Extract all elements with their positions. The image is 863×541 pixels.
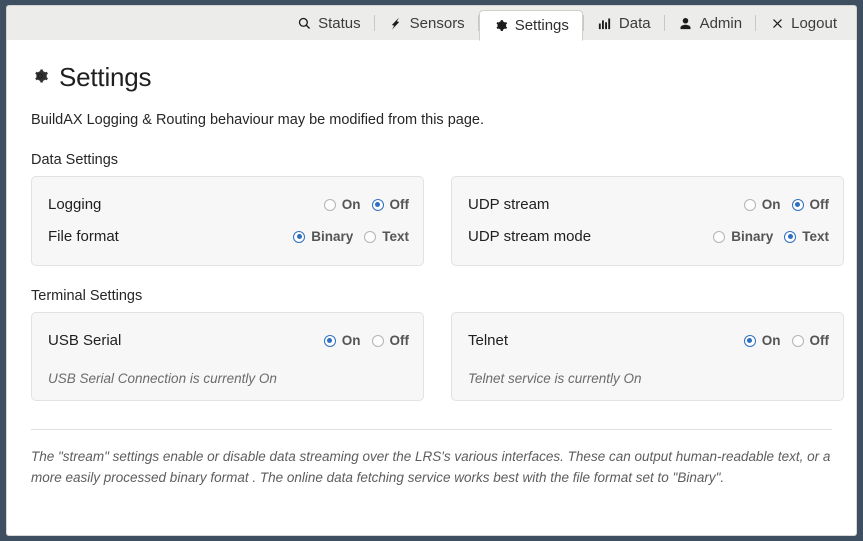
page-title: Settings — [31, 60, 832, 94]
radio-unselected-icon[interactable] — [371, 334, 384, 347]
settings-sections: Data Settings Logging On Off File format Bina… — [31, 151, 844, 401]
setting-row: File format Binary Text — [48, 221, 409, 253]
page-intro-text: BuildAX Logging & Routing behaviour may … — [31, 112, 484, 128]
settings-card-row: Logging On Off File format Binary Text UDP str… — [31, 175, 844, 266]
top-navigation-bar: Status Sensors Settings Data Admin Logout — [6, 5, 857, 41]
radio-option-on[interactable]: On — [323, 197, 361, 213]
radio-option-off[interactable]: Off — [371, 333, 410, 349]
nav-tab-settings[interactable]: Settings — [478, 10, 583, 41]
radio-selected-icon[interactable] — [323, 334, 336, 347]
setting-label: UDP stream — [468, 196, 550, 214]
radio-unselected-icon[interactable] — [364, 230, 377, 243]
radio-option-on[interactable]: On — [743, 197, 781, 213]
nav-tab-label: Admin — [699, 14, 743, 32]
radio-option-label: Off — [389, 333, 410, 349]
radio-option-text[interactable]: Text — [364, 229, 409, 244]
user-icon — [678, 15, 694, 31]
radio-option-label: On — [341, 333, 361, 349]
setting-label: Logging — [48, 196, 102, 214]
bar-chart-icon — [597, 15, 613, 31]
setting-label: File format — [48, 228, 119, 246]
nav-tab-sensors[interactable]: Sensors — [375, 6, 478, 40]
settings-card-row: USB Serial On Off USB Serial Connection is … — [31, 311, 844, 401]
radio-option-label: Text — [802, 229, 829, 245]
setting-status-note: USB Serial Connection is currently On — [48, 370, 277, 386]
nav-tab-label: Status — [318, 14, 361, 32]
nav-tab-label: Sensors — [409, 14, 465, 32]
nav-tab-admin[interactable]: Admin — [665, 6, 756, 40]
radio-group: On Off — [743, 197, 830, 213]
setting-row: Logging On Off — [48, 189, 409, 221]
footer-divider — [31, 428, 832, 430]
close-icon — [769, 15, 785, 31]
section-label: Data Settings — [31, 151, 119, 168]
setting-label: USB Serial — [48, 332, 122, 350]
radio-selected-icon[interactable] — [743, 334, 756, 347]
app-window: Status Sensors Settings Data Admin Logout Set… — [0, 0, 863, 541]
radio-option-label: On — [761, 333, 781, 349]
radio-option-off[interactable]: Off — [791, 197, 830, 213]
radio-selected-icon[interactable] — [293, 230, 306, 243]
nav-tab-status[interactable]: Status — [283, 6, 374, 40]
radio-unselected-icon[interactable] — [713, 230, 726, 243]
radio-group: Binary Text — [713, 229, 829, 244]
radio-option-label: Off — [809, 333, 830, 349]
settings-card: Telnet On Off Telnet service is currently O… — [451, 311, 844, 401]
footer-note: The "stream" settings enable or disable … — [31, 448, 831, 486]
bolt-icon — [388, 15, 404, 31]
nav-tab-label: Logout — [791, 14, 837, 32]
radio-option-off[interactable]: Off — [371, 197, 410, 213]
settings-card: Logging On Off File format Binary Text — [31, 175, 424, 266]
radio-option-off[interactable]: Off — [791, 333, 830, 349]
gear-icon — [493, 18, 509, 34]
radio-group: On Off — [323, 333, 410, 349]
radio-unselected-icon[interactable] — [743, 198, 756, 211]
setting-status-note: Telnet service is currently On — [468, 370, 642, 386]
radio-group: Binary Text — [293, 229, 409, 244]
radio-selected-icon[interactable] — [791, 198, 804, 211]
radio-selected-icon[interactable] — [371, 198, 384, 211]
radio-unselected-icon[interactable] — [791, 334, 804, 347]
radio-option-label: Off — [389, 197, 410, 213]
radio-option-label: On — [761, 197, 781, 213]
nav-tab-list: Status Sensors Settings Data Admin Logout — [283, 6, 850, 41]
radio-option-label: Binary — [311, 229, 354, 245]
radio-selected-icon[interactable] — [784, 230, 797, 243]
radio-option-text[interactable]: Text — [784, 229, 829, 244]
radio-unselected-icon[interactable] — [323, 198, 336, 211]
setting-row: USB Serial On Off — [48, 325, 409, 357]
setting-label: Telnet — [468, 332, 509, 350]
radio-option-on[interactable]: On — [323, 333, 361, 349]
nav-tab-label: Settings — [514, 17, 569, 34]
radio-option-binary[interactable]: Binary — [293, 229, 353, 244]
radio-option-label: Binary — [731, 229, 774, 245]
radio-option-on[interactable]: On — [743, 333, 781, 349]
radio-option-label: Text — [382, 229, 409, 245]
nav-tab-logout[interactable]: Logout — [756, 6, 850, 40]
page-title-text: Settings — [59, 61, 152, 92]
radio-group: On Off — [323, 197, 410, 213]
settings-card: USB Serial On Off USB Serial Connection is … — [31, 311, 424, 401]
section-label: Terminal Settings — [31, 287, 143, 304]
radio-group: On Off — [743, 333, 830, 349]
radio-option-label: On — [341, 197, 361, 213]
settings-page-content: Settings BuildAX Logging & Routing behav… — [6, 40, 857, 536]
nav-tab-label: Data — [618, 14, 651, 32]
gear-icon — [31, 67, 49, 85]
setting-row: Telnet On Off — [468, 325, 829, 357]
nav-tab-data[interactable]: Data — [584, 6, 664, 40]
radio-option-binary[interactable]: Binary — [713, 229, 773, 244]
settings-card: UDP stream On Off UDP stream mode Binary Text — [451, 175, 844, 266]
setting-label: UDP stream mode — [468, 228, 592, 246]
setting-row: UDP stream mode Binary Text — [468, 221, 829, 253]
search-icon — [296, 15, 312, 31]
setting-row: UDP stream On Off — [468, 189, 829, 221]
radio-option-label: Off — [809, 197, 830, 213]
